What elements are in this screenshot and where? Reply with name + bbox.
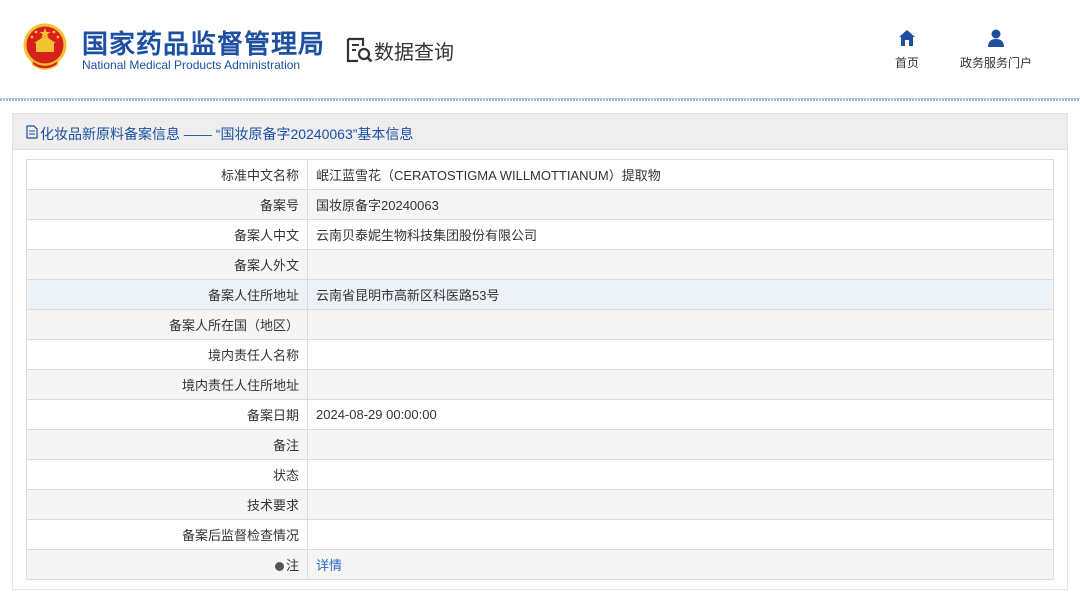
nav-home-label: 首页 [894,56,919,70]
field-value [307,249,1054,280]
panel-header: 化妆品新原料备案信息 —— “国妆原备字20240063”基本信息 [13,114,1067,150]
table-row: 境内责任人名称 [26,339,1054,370]
nav-service-portal-label: 政务服务门户 [959,56,1032,70]
table-row: 备案人中文 云南贝泰妮生物科技集团股份有限公司 [26,219,1054,250]
field-value [307,309,1054,340]
field-label: 备案人中文 [26,219,308,250]
national-emblem-icon [23,23,67,70]
document-icon [26,125,38,139]
field-value: 国妆原备字20240063 [307,189,1054,220]
nav-home[interactable]: 首页 [887,28,927,71]
table-row: 备案人所在国（地区） [26,309,1054,340]
table-row: 技术要求 [26,489,1054,520]
field-value: 云南贝泰妮生物科技集团股份有限公司 [307,219,1054,250]
field-label: 备案日期 [26,399,308,430]
note-value-cell: 详情 [307,549,1054,580]
field-value [307,429,1054,460]
section-title: 数据查询 [374,42,454,64]
home-icon [899,30,915,46]
site-header: 国家药品监督管理局 National Medical Products Admi… [0,0,1080,98]
table-row: 备案日期 2024-08-29 00:00:00 [26,399,1054,430]
record-table: 标准中文名称 岷江蓝雪花（CERATOSTIGMA WILLMOTTIANUM）… [26,159,1054,580]
info-panel: 化妆品新原料备案信息 —— “国妆原备字20240063”基本信息 标准中文名称… [12,113,1068,590]
field-label: 备案号 [26,189,308,220]
field-label: 备案人外文 [26,249,308,280]
field-label: 境内责任人名称 [26,339,308,370]
field-label: 标准中文名称 [26,159,308,190]
field-label: 技术要求 [26,489,308,520]
table-row: 标准中文名称 岷江蓝雪花（CERATOSTIGMA WILLMOTTIANUM）… [26,159,1054,190]
field-label: 备案人住所地址 [26,279,308,310]
table-row-highlighted: 备案人住所地址 云南省昆明市高新区科医路53号 [26,279,1054,310]
table-row: 备注 [26,429,1054,460]
field-value: 岷江蓝雪花（CERATOSTIGMA WILLMOTTIANUM）提取物 [307,159,1054,190]
header-divider [0,98,1080,101]
user-icon [988,29,1004,47]
field-label: 备案人所在国（地区） [26,309,308,340]
note-label-cell: 注 [26,549,308,580]
field-value [307,369,1054,400]
table-row: 备案人外文 [26,249,1054,280]
field-value [307,459,1054,490]
data-search-icon [346,37,373,63]
panel-title: 化妆品新原料备案信息 —— “国妆原备字20240063”基本信息 [40,126,414,142]
table-row: 境内责任人住所地址 [26,369,1054,400]
org-name-en: National Medical Products Administration [82,58,301,72]
table-row: 状态 [26,459,1054,490]
field-label: 备案后监督检查情况 [26,519,308,550]
table-row: 注 详情 [26,549,1054,580]
field-label: 备注 [26,429,308,460]
field-value [307,489,1054,520]
field-value: 云南省昆明市高新区科医路53号 [307,279,1054,310]
org-name-cn: 国家药品监督管理局 [82,29,326,59]
field-label: 状态 [26,459,308,490]
field-label: 注 [285,558,299,573]
nav-service-portal[interactable]: 政务服务门户 [952,28,1040,71]
details-link[interactable]: 详情 [316,558,342,573]
field-label: 境内责任人住所地址 [26,369,308,400]
field-value: 2024-08-29 00:00:00 [307,399,1054,430]
bulb-icon [274,562,284,571]
table-row: 备案后监督检查情况 [26,519,1054,550]
field-value [307,339,1054,370]
field-value [307,519,1054,550]
table-row: 备案号 国妆原备字20240063 [26,189,1054,220]
